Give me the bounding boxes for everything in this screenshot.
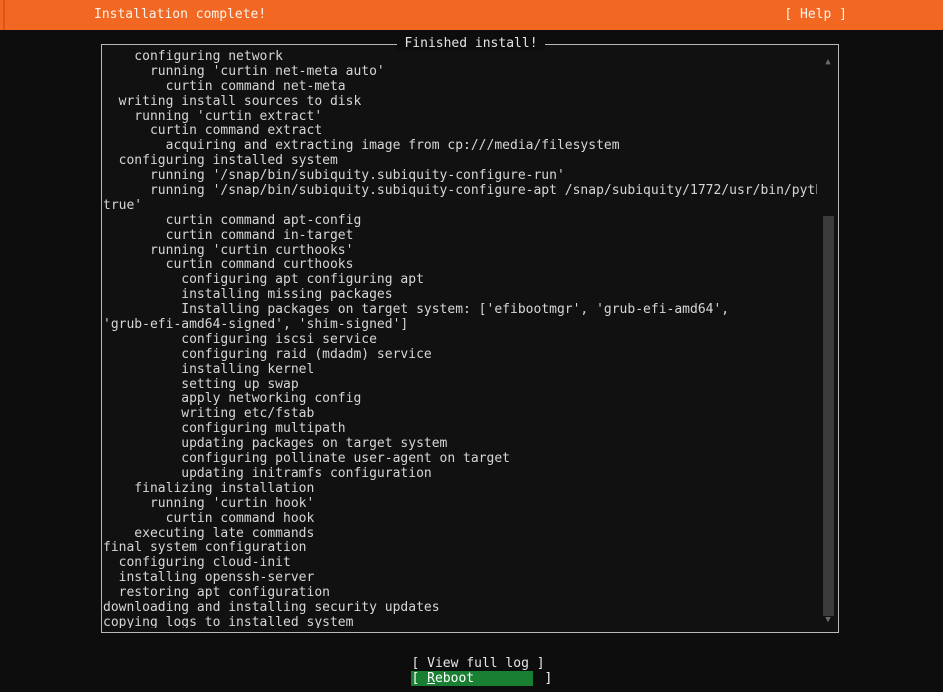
header-bar: Installation complete! [ Help ] (0, 0, 943, 30)
log-line: running 'curtin curthooks' (103, 242, 354, 258)
log-line: writing install sources to disk (103, 93, 362, 109)
header-edge-stripe (3, 0, 5, 30)
log-line: running '/snap/bin/subiquity.subiquity-c… (103, 183, 817, 199)
log-line: Installing packages on target system: ['… (103, 302, 730, 318)
install-log-lines: configuring network running 'curtin net-… (103, 50, 817, 628)
log-line: 'grub-efi-amd64-signed', 'shim-signed'] (103, 317, 409, 333)
log-line: configuring multipath (103, 421, 346, 437)
scroll-down-arrow-icon[interactable]: ▼ (822, 613, 834, 627)
log-line: configuring iscsi service (103, 331, 377, 347)
log-line: installing openssh-server (103, 570, 315, 586)
log-line: acquiring and extracting image from cp:/… (103, 138, 620, 154)
log-line: updating initramfs configuration (103, 465, 432, 481)
log-line: writing etc/fstab (103, 406, 315, 422)
log-line: finalizing installation (103, 480, 315, 496)
log-line: curtin command apt-config (103, 212, 362, 228)
view-full-log-button[interactable]: [ View full log ] (411, 656, 545, 671)
log-line: configuring cloud-init (103, 555, 291, 571)
log-line: curtin command in-target (103, 227, 354, 243)
panel-title-text: Finished install! (397, 36, 545, 51)
log-line: executing late commands (103, 525, 315, 541)
reboot-button[interactable]: [ Reboot ] (410, 671, 552, 686)
log-line: curtin command net-meta (103, 78, 346, 94)
reboot-button-label: [ Reboot ] (411, 671, 553, 686)
log-line: curtin command extract (103, 123, 323, 139)
page-title: Installation complete! (94, 7, 267, 22)
log-line: configuring pollinate user-agent on targ… (103, 451, 510, 467)
log-line: running 'curtin extract' (103, 108, 323, 124)
log-line: downloading and installing security upda… (103, 599, 440, 615)
log-line: installing kernel (103, 361, 315, 377)
log-line: final system configuration (103, 540, 307, 556)
log-line: running '/snap/bin/subiquity.subiquity-c… (103, 168, 565, 184)
log-line: restoring apt configuration (103, 585, 330, 601)
log-line: curtin command curthooks (103, 257, 354, 273)
log-line: setting up swap (103, 376, 299, 392)
log-line: updating packages on target system (103, 436, 448, 452)
button-bar: [ View full log ][ Reboot ] (0, 656, 943, 686)
log-line: apply networking config (103, 391, 362, 407)
log-line: copying logs to installed system (103, 614, 354, 628)
log-line: true' (103, 197, 143, 213)
log-line: configuring installed system (103, 153, 338, 169)
log-line: curtin command hook (103, 510, 315, 526)
help-button[interactable]: [ Help ] (784, 7, 847, 23)
scroll-up-arrow-icon[interactable]: ▲ (822, 55, 834, 69)
accelerator-key: R (427, 671, 435, 686)
finished-install-panel: Finished install! configuring network ru… (101, 36, 839, 633)
scrollbar-track[interactable] (822, 69, 834, 616)
install-log-viewport: configuring network running 'curtin net-… (103, 50, 817, 628)
log-line: configuring network (103, 50, 284, 64)
log-line: running 'curtin net-meta auto' (103, 63, 385, 79)
view-full-log-button-label: [ View full log ] (411, 656, 545, 671)
log-line: configuring apt configuring apt (103, 272, 424, 288)
log-scrollbar[interactable]: ▲ ▼ (822, 47, 834, 631)
log-line: configuring raid (mdadm) service (103, 346, 432, 362)
log-line: running 'curtin hook' (103, 495, 315, 511)
scrollbar-thumb[interactable] (823, 216, 834, 616)
log-line: installing missing packages (103, 287, 393, 303)
